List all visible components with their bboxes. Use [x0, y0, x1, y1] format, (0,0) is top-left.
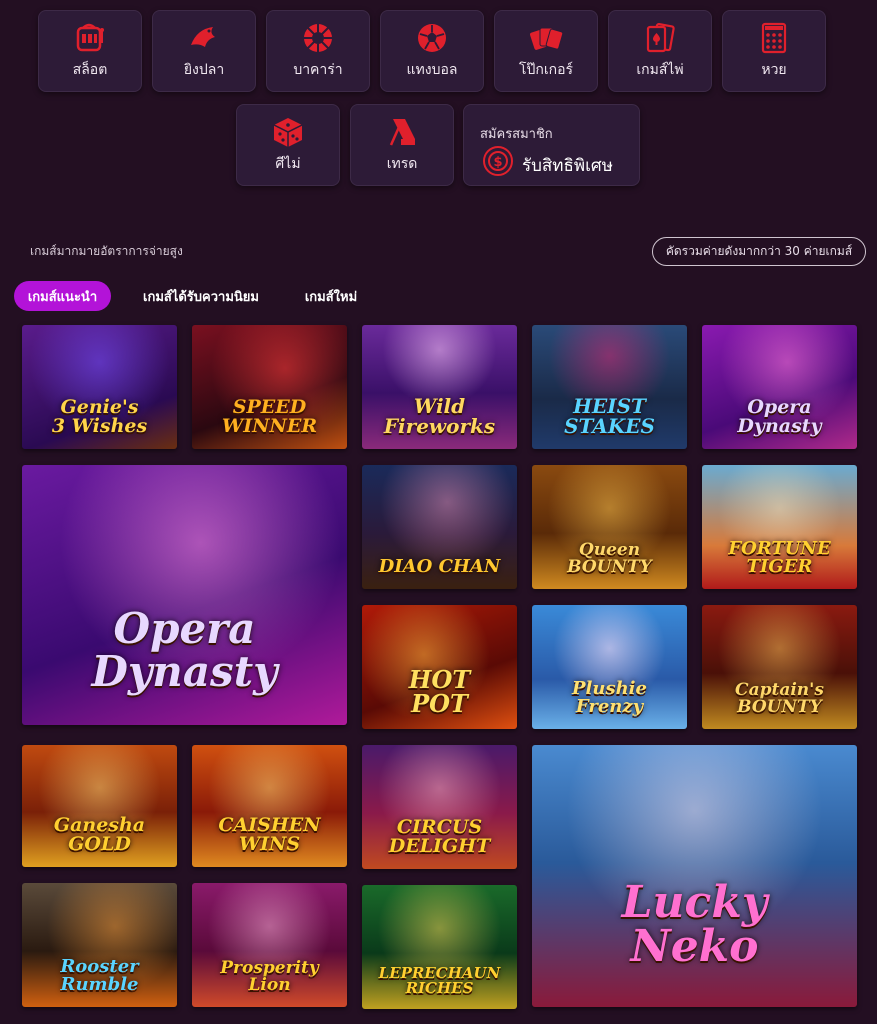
game-title: Queen BOUNTY	[567, 539, 652, 578]
category-slots[interactable]: สล็อต	[38, 10, 142, 92]
category-trade[interactable]: เทรด	[350, 104, 454, 186]
game-title: Genie's 3 Wishes	[51, 395, 148, 438]
game-tile-speed-winner[interactable]: SPEED WINNER	[192, 325, 347, 449]
game-title: Ganesha GOLD	[53, 814, 146, 856]
category-baccarat[interactable]: บาคาร่า	[266, 10, 370, 92]
game-tile-captains-bounty[interactable]: Captain's BOUNTY	[702, 605, 857, 729]
category-label: โป๊กเกอร์	[518, 62, 574, 78]
game-title: LEPRECHAUN RICHES	[378, 964, 501, 998]
game-tile-fortune-tiger[interactable]: FORTUNE TIGER	[702, 465, 857, 589]
category-poker[interactable]: โป๊กเกอร์	[494, 10, 598, 92]
member-signup-card[interactable]: สมัครสมาชิก $ รับสิทธิพิเศษ	[463, 104, 640, 186]
game-title: Prosperity Lion	[220, 957, 319, 996]
coin-icon: $	[482, 145, 514, 177]
baccarat-wheel-icon	[301, 21, 335, 55]
category-football[interactable]: แทงบอล	[380, 10, 484, 92]
category-label: บาคาร่า	[293, 62, 343, 78]
game-tile-leprechaun-riches[interactable]: LEPRECHAUN RICHES	[362, 885, 517, 1009]
tab-recommended[interactable]: เกมส์แนะนำ	[14, 281, 111, 311]
game-title: FORTUNE TIGER	[728, 537, 831, 578]
game-title: Opera Dynasty	[91, 604, 278, 696]
category-label: หวย	[761, 62, 787, 78]
game-title: CAISHEN WINS	[218, 814, 321, 856]
game-title: Opera Dynasty	[737, 395, 822, 438]
game-tile-diao-chan[interactable]: DIAO CHAN	[362, 465, 517, 589]
category-label: ศีไม่	[275, 156, 301, 172]
category-label: สล็อต	[72, 62, 108, 78]
game-tile-heist-stakes[interactable]: HEIST STAKES	[532, 325, 687, 449]
game-tile-prosperity-lion[interactable]: Prosperity Lion	[192, 883, 347, 1007]
lottery-ticket-icon	[757, 21, 791, 55]
tab-popular[interactable]: เกมส์ได้รับความนิยม	[132, 281, 270, 311]
member-subtitle: สมัครสมาชิก	[480, 127, 553, 142]
game-title: SPEED WINNER	[221, 395, 318, 438]
category-label: เกมส์ไพ่	[636, 62, 684, 78]
game-tile-circus-delight[interactable]: CIRCUS DELIGHT	[362, 745, 517, 869]
game-title: HEIST STAKES	[564, 393, 655, 439]
poker-cards-icon	[529, 21, 563, 55]
game-tile-genies-3-wishes[interactable]: Genie's 3 Wishes	[22, 325, 177, 449]
game-title: Wild Fireworks	[383, 393, 496, 439]
game-title: Plushie Frenzy	[572, 677, 647, 718]
game-tile-rooster-rumble[interactable]: Rooster Rumble	[22, 883, 177, 1007]
member-title: รับสิทธิพิเศษ	[522, 156, 613, 176]
more-providers-button[interactable]: คัดรวมค่ายดังมากกว่า 30 ค่ายเกมส์	[652, 237, 866, 266]
game-title: Lucky Neko	[621, 876, 768, 973]
game-tile-lucky-neko-featured[interactable]: Lucky Neko	[532, 745, 857, 1007]
game-title: CIRCUS DELIGHT	[388, 815, 491, 858]
card-game-icon	[643, 21, 677, 55]
category-fishing[interactable]: ยิงปลา	[152, 10, 256, 92]
category-label: เทรด	[386, 156, 418, 172]
game-title: DIAO CHAN	[378, 556, 501, 578]
svg-text:$: $	[493, 155, 502, 170]
fish-icon	[187, 21, 221, 55]
category-label: แทงบอล	[406, 62, 458, 78]
game-tile-plushie-frenzy[interactable]: Plushie Frenzy	[532, 605, 687, 729]
game-tile-hot-pot[interactable]: HOT POT	[362, 605, 517, 729]
game-tile-opera-dynasty-featured[interactable]: Opera Dynasty	[22, 465, 347, 725]
game-tile-opera-dynasty-small[interactable]: Opera Dynasty	[702, 325, 857, 449]
category-card-games[interactable]: เกมส์ไพ่	[608, 10, 712, 92]
game-title: Rooster Rumble	[60, 955, 139, 996]
game-tile-ganesha-gold[interactable]: Ganesha GOLD	[22, 745, 177, 867]
category-lottery[interactable]: หวย	[722, 10, 826, 92]
category-label: ยิงปลา	[183, 62, 225, 78]
game-tile-caishen-wins[interactable]: CAISHEN WINS	[192, 745, 347, 867]
dice-icon	[271, 115, 305, 149]
game-tile-wild-fireworks[interactable]: Wild Fireworks	[362, 325, 517, 449]
category-dice[interactable]: ศีไม่	[236, 104, 340, 186]
game-tile-queen-of-bounty[interactable]: Queen BOUNTY	[532, 465, 687, 589]
section-title: เกมส์มากมายอัตราการจ่ายสูง	[30, 244, 183, 258]
trade-icon	[385, 115, 419, 149]
game-title: Captain's BOUNTY	[735, 679, 824, 718]
soccer-ball-icon	[415, 21, 449, 55]
game-title: HOT POT	[408, 664, 471, 719]
tab-new[interactable]: เกมส์ใหม่	[292, 281, 370, 311]
slot-machine-icon	[73, 21, 107, 55]
